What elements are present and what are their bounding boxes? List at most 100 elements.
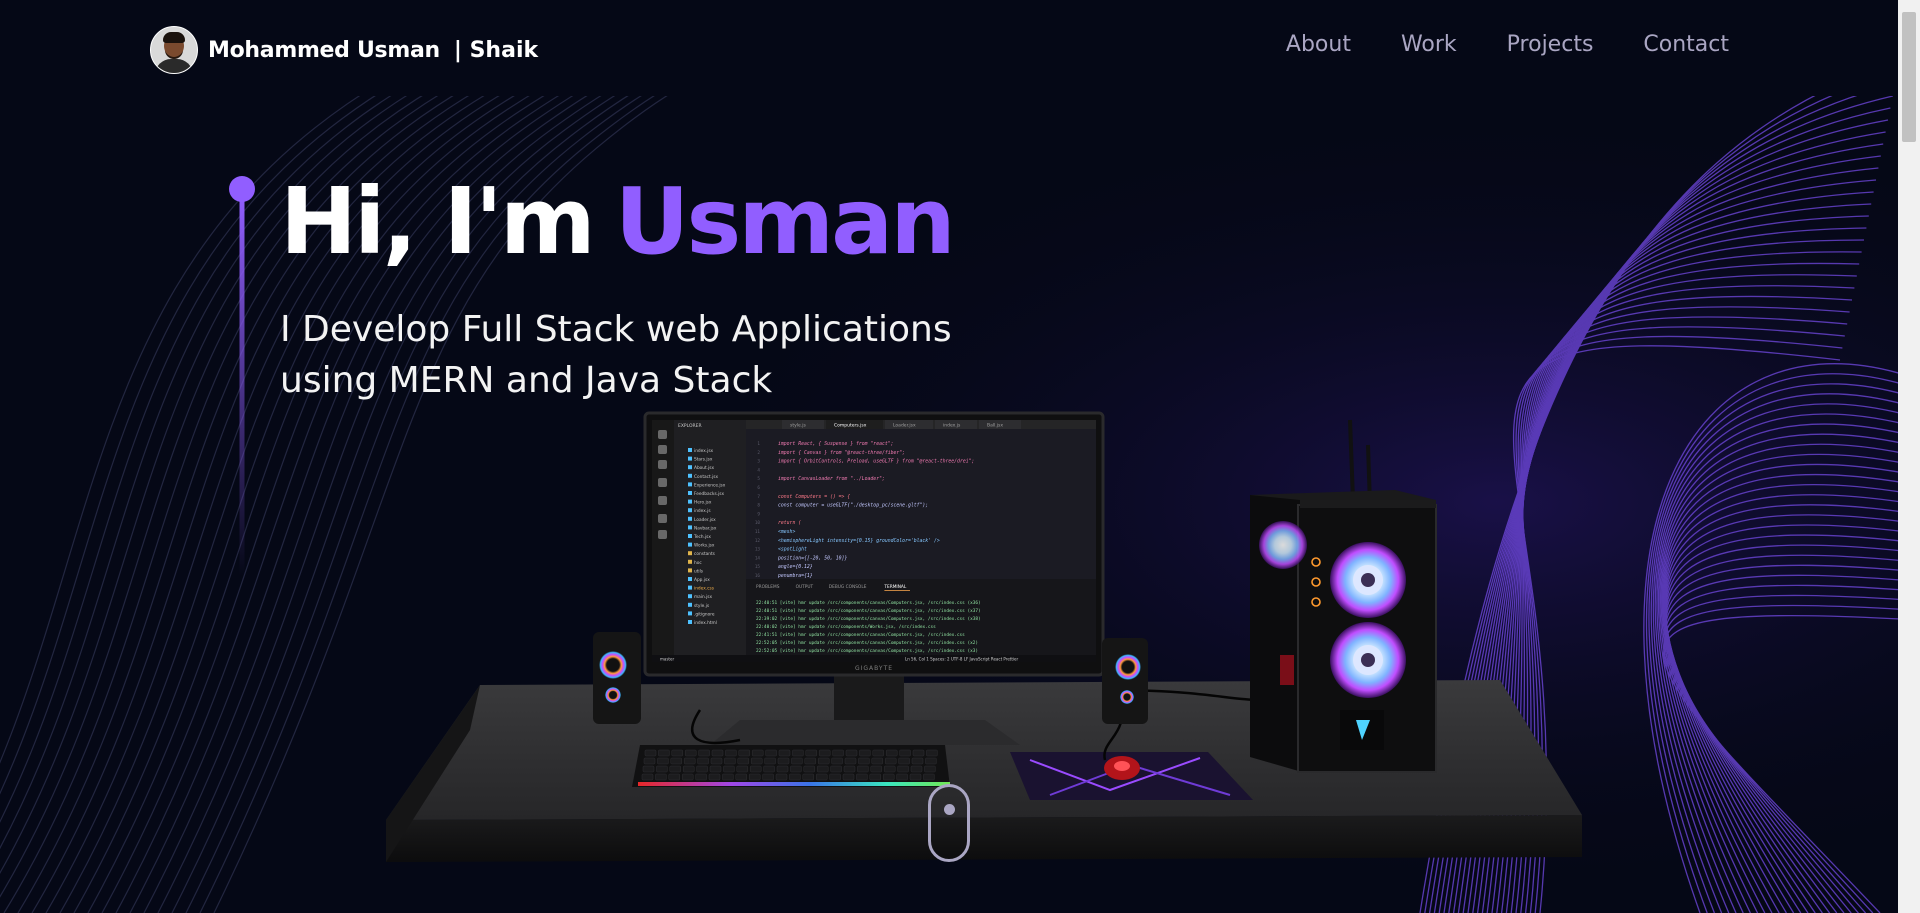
file-icon [688, 534, 692, 538]
monitor-brand: GIGABYTE [855, 665, 893, 672]
file-icon [688, 602, 692, 607]
hero-subtitle: I Develop Full Stack web Applications us… [280, 304, 1040, 406]
explorer-file-item[interactable]: style.js [694, 603, 710, 609]
keyboard-key [641, 773, 654, 781]
explorer-file-item[interactable]: hoc [694, 560, 702, 566]
vscode-activity-icon[interactable] [658, 514, 667, 523]
file-icon [688, 551, 692, 556]
editor-tab-label: style.js [790, 423, 806, 429]
keyboard-key [884, 757, 897, 765]
file-icon [688, 585, 692, 590]
avatar [150, 26, 198, 74]
terminal-line: 22:40:02 [vite] hmr update /src/componen… [756, 624, 936, 630]
keyboard-key [805, 749, 818, 757]
explorer-file-item[interactable]: Stars.jsx [694, 457, 713, 463]
keyboard-key [709, 765, 722, 773]
scrollbar-thumb[interactable] [1902, 12, 1916, 142]
explorer-file-item[interactable]: Works.jsx [694, 543, 715, 549]
explorer-file-item[interactable]: Experience.jsx [694, 482, 726, 488]
page-scrollbar[interactable] [1898, 0, 1920, 913]
explorer-file-item[interactable]: Hero.jsx [694, 500, 712, 506]
nav-link-about[interactable]: About [1286, 32, 1351, 57]
explorer-file-item[interactable]: index.html [694, 620, 717, 626]
nav-link-contact[interactable]: Contact [1643, 32, 1729, 57]
keyboard-key [749, 765, 762, 773]
explorer-file-item[interactable]: utils [694, 568, 704, 574]
keyboard-key [778, 749, 791, 757]
explorer-file-item[interactable]: Tech.jsx [693, 534, 711, 540]
keyboard-key [763, 765, 775, 773]
line-number: 14 [755, 555, 761, 561]
keyboard-key [695, 773, 707, 781]
line-number: 1 [757, 441, 760, 447]
terminal-tab[interactable]: DEBUG CONSOLE [829, 584, 867, 590]
nav-links: About Work Projects Contact [1286, 32, 1729, 57]
explorer-title: EXPLORER [678, 423, 702, 429]
keyboard-key [789, 773, 801, 781]
vscode-activity-icon[interactable] [658, 460, 667, 469]
file-icon [688, 568, 692, 573]
terminal-tab[interactable]: TERMINAL [883, 584, 906, 590]
status-left: master [660, 657, 674, 662]
explorer-file-item[interactable]: About.jsx [694, 465, 715, 471]
line-number: 5 [757, 476, 760, 482]
keyboard-key [644, 749, 657, 757]
hero-text: Hi, I'm Usman I Develop Full Stack web Ap… [280, 170, 1040, 406]
editor-tab-label: Ball.jsx [987, 423, 1003, 429]
keyboard-key [831, 757, 843, 765]
file-icon [688, 594, 692, 599]
keyboard-key [655, 773, 667, 781]
line-number: 11 [755, 529, 761, 535]
keyboard-key [681, 773, 694, 781]
explorer-file-item[interactable]: Loader.jsx [694, 517, 716, 523]
explorer-file-item[interactable]: Navbar.jsx [694, 525, 717, 531]
explorer-file-item[interactable]: Contact.jsx [694, 474, 719, 480]
keyboard-key [815, 773, 828, 781]
explorer-file-item[interactable]: index.css [694, 586, 715, 592]
nav-link-work[interactable]: Work [1401, 32, 1457, 57]
explorer-file-item[interactable]: constants [694, 551, 716, 557]
vscode-activity-icon[interactable] [658, 496, 667, 505]
keyboard-key [671, 749, 684, 757]
keyboard-key [777, 757, 790, 765]
desktop-pc-3d-canvas[interactable]: EXPLORER index.jsx Stars.jsx About.jsx Cont… [0, 0, 1920, 913]
explorer-file-item[interactable]: .gitignore [694, 611, 715, 617]
code-line: import CanvasLoader from "../Loader"; [778, 476, 885, 482]
vscode-activity-icon[interactable] [658, 530, 667, 539]
keyboard-key [830, 765, 842, 773]
terminal-line: 22:39:02 [vite] hmr update /src/componen… [756, 616, 981, 622]
explorer-file-item[interactable]: index.js [694, 508, 711, 514]
keyboard-key [923, 773, 935, 781]
keyboard-key [896, 773, 908, 781]
file-icon [688, 508, 692, 513]
keyboard-key [912, 749, 925, 757]
line-number: 3 [757, 459, 760, 465]
nav-link-projects[interactable]: Projects [1507, 32, 1594, 57]
keyboard-key [842, 773, 855, 781]
scroll-dot [944, 804, 955, 815]
line-number: 16 [755, 573, 761, 579]
vscode-activity-icon[interactable] [658, 445, 667, 454]
brand-logo-link[interactable]: Mohammed Usman | Shaik [150, 26, 538, 74]
line-number: 7 [757, 494, 760, 500]
vscode-activity-icon[interactable] [658, 430, 667, 439]
explorer-file-item[interactable]: Feedbacks.jsx [694, 491, 724, 497]
vscode-activity-icon[interactable] [658, 478, 667, 487]
keyboard-key [885, 749, 898, 757]
explorer-file-item[interactable]: index.jsx [694, 448, 714, 454]
keyboard-key [670, 757, 683, 765]
keyboard-key [723, 765, 735, 773]
scroll-down-mouse-icon[interactable] [928, 784, 970, 862]
hero-name: Usman [614, 168, 956, 275]
explorer-file-item[interactable]: main.jsx [694, 594, 713, 600]
line-number: 12 [755, 538, 761, 544]
file-icon [688, 473, 692, 478]
brand-name: Mohammed Usman [208, 37, 440, 63]
explorer-file-item[interactable]: App.jsx [694, 577, 710, 583]
terminal-tab[interactable]: PROBLEMS [756, 584, 780, 590]
terminal-tab[interactable]: OUTPUT [796, 584, 814, 590]
keyboard-key [751, 749, 764, 757]
line-number: 15 [755, 564, 761, 570]
keyboard-key [883, 765, 896, 773]
terminal-line: 22:52:05 [vite] hmr update /src/componen… [756, 648, 978, 654]
